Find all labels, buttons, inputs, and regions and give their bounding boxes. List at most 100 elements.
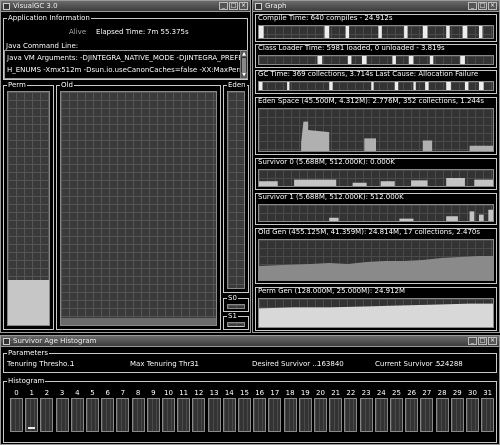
histogram-window: Survivor Age Histogram _ □ × Parameters … <box>0 335 500 445</box>
perm-gen-plot <box>258 298 494 328</box>
histogram-age-label: 12 <box>194 389 204 397</box>
param-desired-survivor-label: Desired Survivor ... <box>252 360 320 368</box>
gc-time-label: GC Time: 369 collections, 3.714s Last Ca… <box>258 70 479 78</box>
histogram-age-label: 21 <box>331 389 341 397</box>
old-space-group: Old <box>56 81 221 330</box>
graph-titlebar[interactable]: Graph _ □ × <box>253 1 499 12</box>
histogram-group: Histogram 0 1 2 3 4 5 6 7 8 9 10 11 12 13 14 15 16 17 18 19… <box>3 377 497 443</box>
histogram-age-bar <box>177 398 191 432</box>
s0-space-box <box>227 304 245 309</box>
cmdline-label: Java Command Line: <box>6 42 79 50</box>
window-title: VisualGC 3.0 <box>13 2 58 10</box>
histogram-age-label: 29 <box>452 389 462 397</box>
histogram-age-bar <box>55 398 69 432</box>
minimize-icon[interactable]: _ <box>468 337 477 345</box>
class-loader-label: Class Loader Time: 5981 loaded, 0 unload… <box>258 44 445 52</box>
old-label: Old <box>60 81 74 89</box>
compile-time-plot <box>258 25 494 39</box>
histogram-age-bar <box>450 398 464 432</box>
s1-space-box <box>227 322 245 327</box>
vm-args-scrollbar[interactable]: ▲ ▼ <box>240 51 247 78</box>
scroll-thumb[interactable] <box>242 58 246 72</box>
histogram-age-bar <box>435 398 449 432</box>
histogram-age-bar <box>314 398 327 432</box>
histogram-age-bar <box>116 398 130 432</box>
window-title: Graph <box>265 2 287 10</box>
histogram-age-label: 10 <box>164 389 173 397</box>
histogram-age-label: 1 <box>29 389 34 397</box>
survivor0-plot <box>258 169 494 187</box>
perm-fill <box>8 279 49 325</box>
histogram-age-bar <box>131 398 145 432</box>
s1-label: S1 <box>227 312 238 320</box>
histogram-age-label: 26 <box>407 389 417 397</box>
old-space-box <box>60 91 217 326</box>
scroll-down-icon[interactable]: ▼ <box>241 72 247 78</box>
minimize-icon[interactable]: _ <box>468 2 477 10</box>
compile-time-panel: Compile Time: 640 compiles - 24.912s <box>255 14 497 42</box>
histogram-titlebar[interactable]: Survivor Age Histogram _ □ × <box>1 336 499 347</box>
histogram-age-label: 7 <box>120 389 126 397</box>
old-fill <box>61 318 216 325</box>
histogram-age-bar <box>10 398 23 432</box>
histogram-age-bar <box>466 398 479 432</box>
survivor1-plot <box>258 204 494 222</box>
parameters-group: Parameters Tenuring Thresho... 1 Max Ten… <box>3 349 497 373</box>
class-loader-panel: Class Loader Time: 5981 loaded, 0 unload… <box>255 44 497 68</box>
perm-space-group: Perm <box>3 81 54 330</box>
maximize-icon[interactable]: □ <box>478 2 487 10</box>
histogram-age-label: 19 <box>300 389 310 397</box>
survivor1-panel: Survivor 1 (5.688M, 512.000K): 512.000K <box>255 193 497 225</box>
old-gen-label: Old Gen (455.125M, 41.359M): 24.814M, 17… <box>258 228 481 236</box>
histogram-age-label: 23 <box>361 389 371 397</box>
scroll-up-icon[interactable]: ▲ <box>241 51 247 57</box>
survivor0-panel: Survivor 0 (5.688M, 512.000K): 0.000K <box>255 158 497 190</box>
eden-label: Eden <box>227 81 247 89</box>
s0-space-group: S0 <box>223 294 249 312</box>
histogram-age-label: 31 <box>483 389 493 397</box>
histogram-age-label: 16 <box>255 389 265 397</box>
histogram-age-bar <box>25 398 39 432</box>
histogram-age-fill <box>28 427 36 429</box>
class-loader-plot <box>258 55 494 65</box>
vm-args-textarea[interactable]: Java VM Arguments: -DJINTEGRA_NATIVE_MOD… <box>4 50 248 79</box>
perm-space-box <box>7 91 50 326</box>
close-icon[interactable]: × <box>239 2 248 10</box>
vm-args-line1: Java VM Arguments: -DJINTEGRA_NATIVE_MOD… <box>7 54 248 62</box>
eden-space-box <box>227 91 245 289</box>
histogram-age-label: 13 <box>209 389 219 397</box>
app-info-label: Application Information <box>7 14 91 22</box>
old-gen-plot <box>258 239 494 281</box>
eden-space-plot <box>258 108 494 152</box>
s1-space-group: S1 <box>223 312 249 330</box>
minimize-icon[interactable]: _ <box>219 2 228 10</box>
histogram-age-label: 24 <box>376 389 386 397</box>
histogram-age-bar <box>283 398 297 432</box>
graph-window: Graph _ □ × Compile Time: 640 compiles -… <box>252 0 500 333</box>
close-icon[interactable]: × <box>488 2 497 10</box>
eden-space-group: Eden <box>223 81 249 293</box>
visualgc-titlebar[interactable]: VisualGC 3.0 _ □ × <box>1 1 250 12</box>
old-gen-panel: Old Gen (455.125M, 41.359M): 24.814M, 17… <box>255 228 497 284</box>
param-max-tenuring-label: Max Tenuring Thr... <box>130 360 197 368</box>
param-desired-survivor-value: 163840 <box>317 360 344 368</box>
histogram-age-bar <box>222 398 236 432</box>
maximize-icon[interactable]: □ <box>229 2 238 10</box>
perm-label: Perm <box>7 81 27 89</box>
histogram-age-label: 15 <box>240 389 249 397</box>
elapsed-label: Elapsed Time: <box>96 28 146 36</box>
histogram-age-bar <box>268 398 282 432</box>
perm-gen-panel: Perm Gen (128.000M, 25.000M): 24.912M <box>255 287 497 331</box>
maximize-icon[interactable]: □ <box>478 337 487 345</box>
close-icon[interactable]: × <box>488 337 497 345</box>
histogram-age-bar <box>101 398 115 432</box>
histogram-age-bar <box>253 398 267 432</box>
histogram-age-bar <box>192 398 206 432</box>
histogram-age-label: 17 <box>270 389 280 397</box>
visualgc-window: VisualGC 3.0 _ □ × Application Informati… <box>0 0 251 333</box>
param-current-survivor-value: 524288 <box>436 360 463 368</box>
histogram-age-bar <box>207 398 221 432</box>
histogram-age-label: 27 <box>422 389 432 397</box>
histogram-age-bar <box>162 398 175 432</box>
s0-label: S0 <box>227 294 238 302</box>
